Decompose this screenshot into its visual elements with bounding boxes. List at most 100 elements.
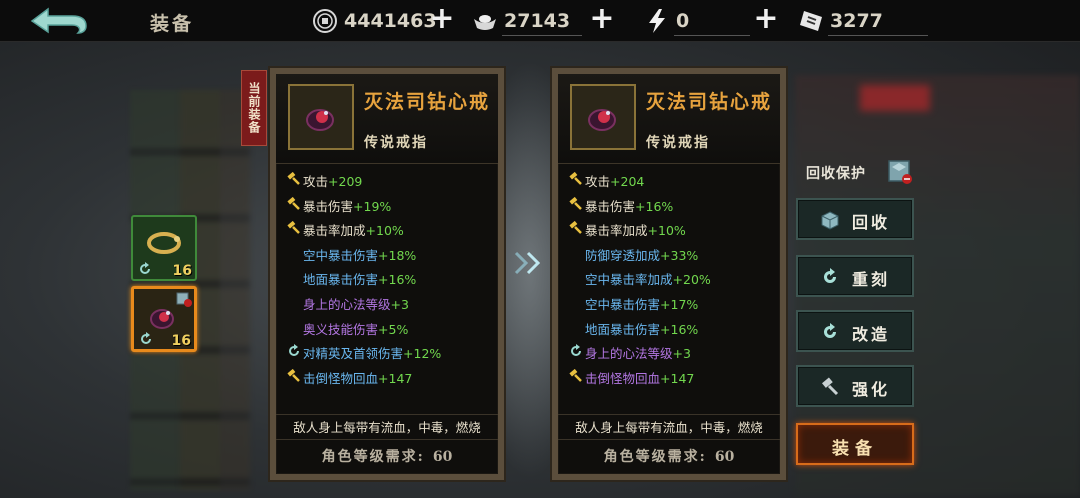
current-equipped-tag: 当前装备: [241, 70, 267, 146]
stat-name: 暴击伤害: [585, 198, 636, 214]
stat-name: 击倒怪物回血: [585, 370, 661, 386]
stat-value: +20%: [672, 272, 711, 288]
back-arrow-icon: [30, 7, 87, 34]
recycle-button[interactable]: 回收: [796, 198, 914, 240]
hammer-icon: [286, 367, 302, 392]
item-type: 传说戒指: [364, 135, 428, 151]
top-bar: 装备 4441463 + 27143 + 0 + 3277: [0, 0, 1080, 42]
item-level: 16: [171, 333, 191, 349]
resource-silver: 27143: [472, 4, 592, 38]
stat-list: 攻击+209 暴击伤害+19% 暴击率加成+10% 空中暴击伤害+18% 地面暴击伤害+…: [286, 170, 496, 391]
item-name: 灭法司钻心戒: [364, 91, 491, 113]
stat-value: +10%: [365, 223, 404, 239]
equip-button[interactable]: 装备: [796, 423, 914, 465]
stat-value: +17%: [660, 296, 699, 312]
stat-value: +19%: [353, 198, 392, 214]
stat-name: 地面暴击伤害: [303, 272, 379, 288]
hammer-icon: [568, 195, 584, 220]
recast-icon: [286, 342, 302, 367]
stat-row: 攻击+209: [286, 170, 496, 195]
hammer-icon: [568, 367, 584, 392]
stat-row: 暴击率加成+10%: [568, 219, 778, 244]
stat-value: +18%: [378, 247, 417, 263]
lightning-icon: [649, 9, 665, 33]
level-requirement: 角色等级需求: 60: [603, 449, 735, 465]
stat-name: 空中暴击伤害: [585, 296, 661, 312]
bracelet-icon: [147, 232, 181, 254]
stat-value: +147: [660, 370, 695, 386]
stat-row: 暴击率加成+10%: [286, 219, 496, 244]
stat-row: 空中暴击率加成+20%: [568, 268, 778, 293]
stat-name: 攻击: [585, 174, 611, 189]
stat-row: 防御穿透加成+33%: [568, 244, 778, 269]
recast-icon: [140, 262, 150, 274]
recast-button[interactable]: 重刻: [796, 255, 914, 297]
stat-row: 攻击+204: [568, 170, 778, 195]
stat-row: 对精英及首领伤害+12%: [286, 342, 496, 367]
stat-row: 地面暴击伤害+16%: [286, 268, 496, 293]
item-effect: 敌人身上每带有流血，中毒，燃烧: [276, 414, 498, 440]
stat-value: +33%: [660, 247, 699, 263]
stat-row: 空中暴击伤害+17%: [568, 293, 778, 318]
stat-row: 奥义技能伤害+5%: [286, 318, 496, 343]
item-icon: [570, 84, 636, 150]
recycle-protect-toggle[interactable]: [886, 158, 914, 186]
stat-name: 暴击率加成: [303, 223, 366, 239]
resource-coins: 4441463: [312, 4, 437, 38]
level-requirement: 角色等级需求: 60: [321, 449, 453, 465]
stat-name: 暴击率加成: [585, 223, 648, 239]
coin-icon: [313, 9, 337, 33]
background-red-tab: [860, 85, 930, 111]
add-energy-button[interactable]: +: [752, 4, 780, 34]
inventory-slot-bracelet[interactable]: 16: [131, 215, 197, 281]
stat-value: +3: [390, 296, 409, 312]
inventory-slot-ring-selected[interactable]: 16: [131, 286, 197, 352]
compare-arrow-icon: [514, 251, 541, 275]
stat-name: 暴击伤害: [303, 198, 354, 214]
page-title: 装备: [150, 13, 195, 35]
stat-name: 身上的心法等级: [585, 346, 673, 362]
stat-value: +10%: [647, 223, 686, 239]
stat-value: +3: [672, 346, 691, 362]
stat-row: 暴击伤害+19%: [286, 195, 496, 220]
stat-name: 奥义技能伤害: [303, 321, 379, 337]
stat-row: 空中暴击伤害+18%: [286, 244, 496, 269]
recycle-protect-icon: [176, 292, 192, 307]
item-effect: 敌人身上每带有流血，中毒，燃烧: [558, 414, 780, 440]
stat-value: +204: [610, 174, 645, 189]
hammer-icon: [286, 219, 302, 244]
stat-name: 空中暴击伤害: [303, 247, 379, 263]
energy-value: 0: [676, 10, 690, 32]
enhance-button[interactable]: 强化: [796, 365, 914, 407]
new-item-card: 灭法司钻心戒 传说戒指 攻击+204 暴击伤害+16% 暴击率加成+10% 防御穿透加…: [552, 68, 786, 480]
stat-name: 击倒怪物回血: [303, 370, 379, 386]
hammer-icon: [568, 219, 584, 244]
recycle-protect-label: 回收保护: [806, 166, 866, 182]
stat-value: +16%: [660, 321, 699, 337]
stat-name: 地面暴击伤害: [585, 321, 661, 337]
item-level: 16: [172, 263, 192, 279]
resource-energy: 0: [644, 4, 754, 38]
stat-name: 攻击: [303, 174, 329, 189]
hammer-icon: [286, 195, 302, 220]
recast-icon: [568, 342, 584, 367]
stat-value: +147: [378, 370, 413, 386]
silver-value: 27143: [504, 10, 571, 32]
back-button[interactable]: [28, 6, 90, 36]
stat-row: 地面暴击伤害+16%: [568, 318, 778, 343]
hammer-icon: [822, 377, 839, 396]
ticket-icon: [800, 11, 822, 31]
reform-button[interactable]: 改造: [796, 310, 914, 352]
add-silver-button[interactable]: +: [588, 4, 616, 34]
stat-name: 防御穿透加成: [585, 247, 661, 263]
silver-ingot-icon: [474, 15, 496, 30]
recycle-icon: [821, 211, 839, 230]
stat-name: 空中暴击率加成: [585, 272, 673, 288]
item-name: 灭法司钻心戒: [646, 91, 773, 113]
add-coins-button[interactable]: +: [428, 4, 456, 34]
stat-list: 攻击+204 暴击伤害+16% 暴击率加成+10% 防御穿透加成+33% 空中暴击率加成…: [568, 170, 778, 391]
resource-tickets: 3277: [798, 4, 938, 38]
stat-value: +16%: [635, 198, 674, 214]
current-item-card: 灭法司钻心戒 传说戒指 攻击+209 暴击伤害+19% 暴击率加成+10% 空中暴击伤…: [270, 68, 504, 480]
hammer-icon: [286, 170, 302, 195]
